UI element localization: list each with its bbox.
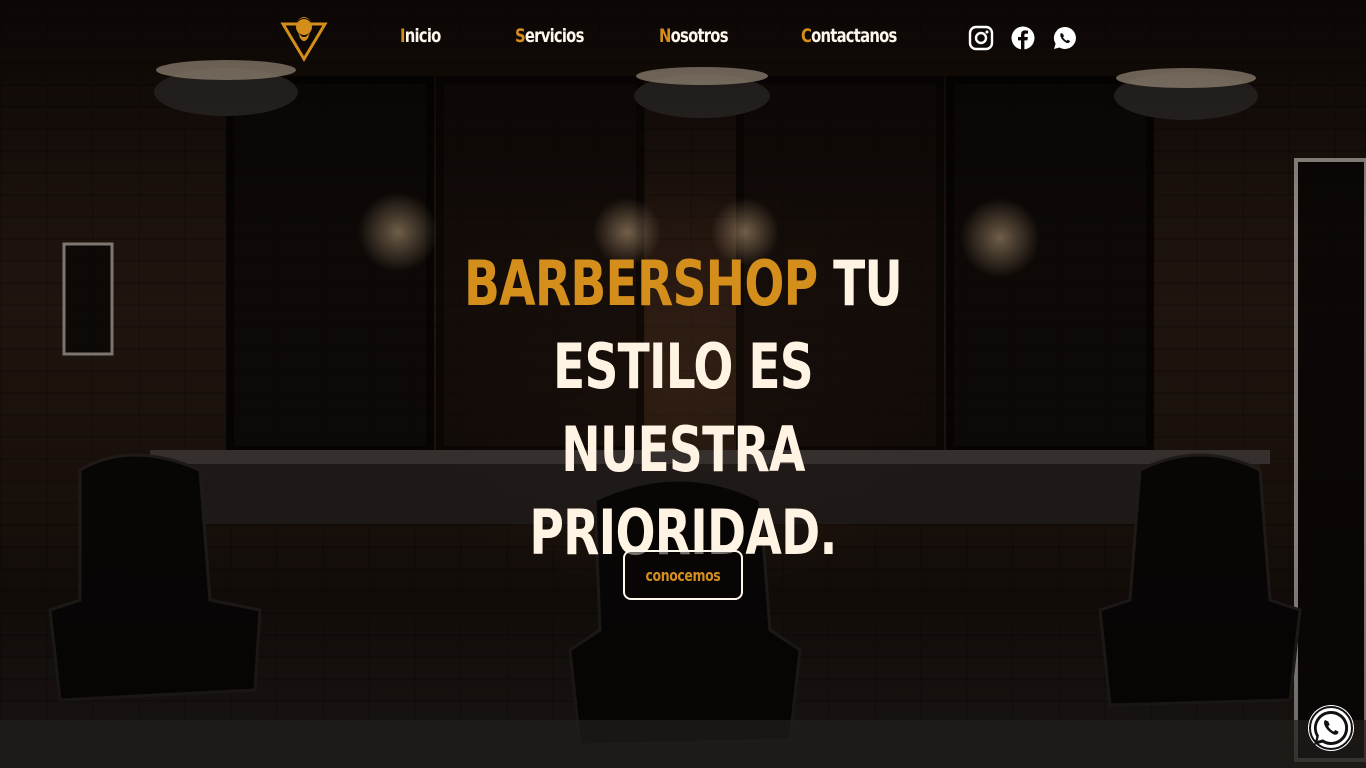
nav-link-servicios[interactable]: Servicios [515,25,584,47]
nav-link-inicio[interactable]: Inicio [400,25,441,47]
facebook-icon[interactable] [1010,25,1036,51]
whatsapp-icon[interactable] [1052,25,1078,51]
nav-link-contactanos[interactable]: Contactanos [801,25,897,47]
hero-title: BARBERSHOP TU ESTILO ES NUESTRA PRIORIDA… [455,242,911,574]
top-navigation: Inicio Servicios Nosotros Contactanos [0,0,1366,80]
hero-title-accent: BARBERSHOP [464,247,818,320]
whatsapp-icon [1309,706,1353,750]
conocemos-button-label: conocemos [645,565,721,585]
nav-link-label: ervicios [524,25,585,47]
nav-link-initial: C [801,25,812,47]
nav-link-label: ontactanos [811,25,897,47]
nav-link-nosotros[interactable]: Nosotros [659,25,729,47]
instagram-icon[interactable] [968,25,994,51]
floating-whatsapp-button[interactable] [1308,705,1354,751]
nav-link-label: nicio [404,25,442,47]
nav-link-initial: S [515,25,526,47]
conocemos-button[interactable]: conocemos [623,550,743,600]
nav-link-label: osotros [670,25,729,47]
nav-link-initial: N [659,25,671,47]
barber-logo-icon[interactable] [280,12,328,62]
